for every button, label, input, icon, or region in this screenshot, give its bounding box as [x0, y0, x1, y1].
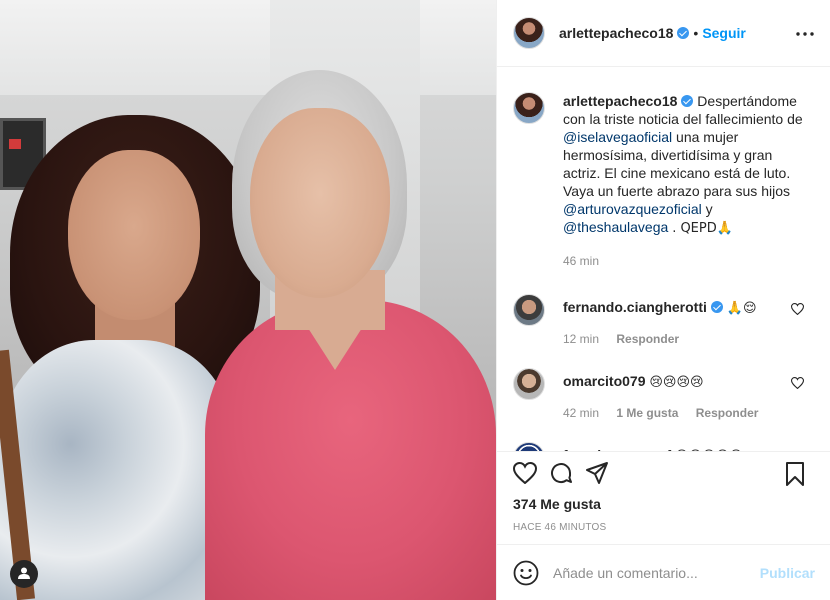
photo-person-left-blouse	[0, 340, 235, 600]
post-actions: 374 Me gusta HACE 46 MINUTOS	[497, 451, 830, 533]
share-icon[interactable]	[583, 459, 611, 487]
heart-icon[interactable]	[790, 302, 805, 316]
commenter-username[interactable]: omarcito079	[563, 373, 645, 389]
follow-button[interactable]: Seguir	[702, 25, 746, 41]
photo-person-left-face	[68, 150, 200, 320]
commenter-username[interactable]: fernando.ciangherotti	[563, 299, 707, 315]
reply-button[interactable]: Responder	[616, 332, 679, 346]
post-photo[interactable]	[0, 0, 496, 600]
heart-icon[interactable]	[790, 376, 805, 390]
caption-text-part: . QEPD🙏	[672, 221, 733, 236]
reply-button[interactable]: Responder	[696, 406, 759, 420]
comment-icon[interactable]	[547, 459, 575, 487]
author-info: arlettepacheco18 • Seguir	[559, 25, 746, 41]
heart-icon[interactable]	[511, 459, 539, 487]
publish-button[interactable]: Publicar	[760, 565, 815, 581]
commenter-avatar[interactable]	[513, 442, 545, 451]
comment-time[interactable]: 42 min	[563, 406, 599, 420]
comment-body: 😢😢😢😢	[649, 375, 704, 390]
comments-list[interactable]: arlettepacheco18 Despertándome con la tr…	[497, 68, 830, 451]
caption-time[interactable]: 46 min	[563, 254, 599, 268]
add-comment-bar: Publicar	[497, 544, 830, 600]
author-avatar[interactable]	[513, 92, 545, 124]
more-options-icon[interactable]	[795, 24, 815, 44]
user-profile-icon	[17, 566, 31, 583]
comment-meta: 12 min Responder	[563, 332, 757, 346]
author-avatar[interactable]	[513, 17, 545, 49]
comment-body: 🙏😌	[726, 301, 757, 316]
comment-text: omarcito079 😢😢😢😢	[563, 372, 758, 392]
post-side-panel: arlettepacheco18 • Seguir arlettepacheco…	[496, 0, 830, 600]
emoji-icon[interactable]	[513, 560, 539, 586]
caption-username[interactable]: arlettepacheco18	[563, 93, 677, 109]
post-header: arlettepacheco18 • Seguir	[497, 0, 830, 67]
author-username[interactable]: arlettepacheco18	[559, 25, 673, 41]
comment-text: fernando.ciangherotti 🙏😌	[563, 298, 757, 318]
comment-meta: 42 min 1 Me gusta Responder	[563, 406, 758, 420]
caption-mention[interactable]: @arturovazquezoficial	[563, 201, 702, 217]
photo-background-window	[0, 0, 496, 95]
comment-likes[interactable]: 1 Me gusta	[616, 406, 678, 420]
post-timestamp[interactable]: HACE 46 MINUTOS	[497, 514, 830, 533]
verified-badge-icon	[677, 27, 690, 39]
caption-text-part: y	[705, 201, 713, 217]
tagged-user-button[interactable]	[10, 560, 38, 588]
caption-text: arlettepacheco18 Despertándome con la tr…	[563, 92, 803, 238]
verified-badge-icon	[681, 95, 694, 107]
separator-dot: •	[693, 25, 699, 41]
photo-person-right-face	[250, 108, 390, 298]
comment-item: omarcito079 😢😢😢😢 42 min 1 Me gusta Respo…	[497, 368, 830, 420]
action-icons-row	[497, 452, 830, 494]
comment-input[interactable]	[553, 564, 752, 581]
likes-count[interactable]: 374 Me gusta	[497, 494, 830, 514]
caption-mention[interactable]: @theshaulavega	[563, 219, 668, 235]
bookmark-icon[interactable]	[781, 460, 809, 488]
post-caption: arlettepacheco18 Despertándome con la tr…	[497, 68, 830, 268]
comment-item: fernando.ciangherotti 🙏😌 12 min Responde…	[497, 294, 830, 346]
comment-item: franciscomarzuf 😢😢😢😩😢	[497, 442, 830, 451]
commenter-avatar[interactable]	[513, 294, 545, 326]
caption-meta: 46 min	[563, 254, 803, 268]
verified-badge-icon	[710, 301, 723, 313]
comment-time[interactable]: 12 min	[563, 332, 599, 346]
commenter-avatar[interactable]	[513, 368, 545, 400]
caption-mention[interactable]: @iselavegaoficial	[563, 129, 672, 145]
